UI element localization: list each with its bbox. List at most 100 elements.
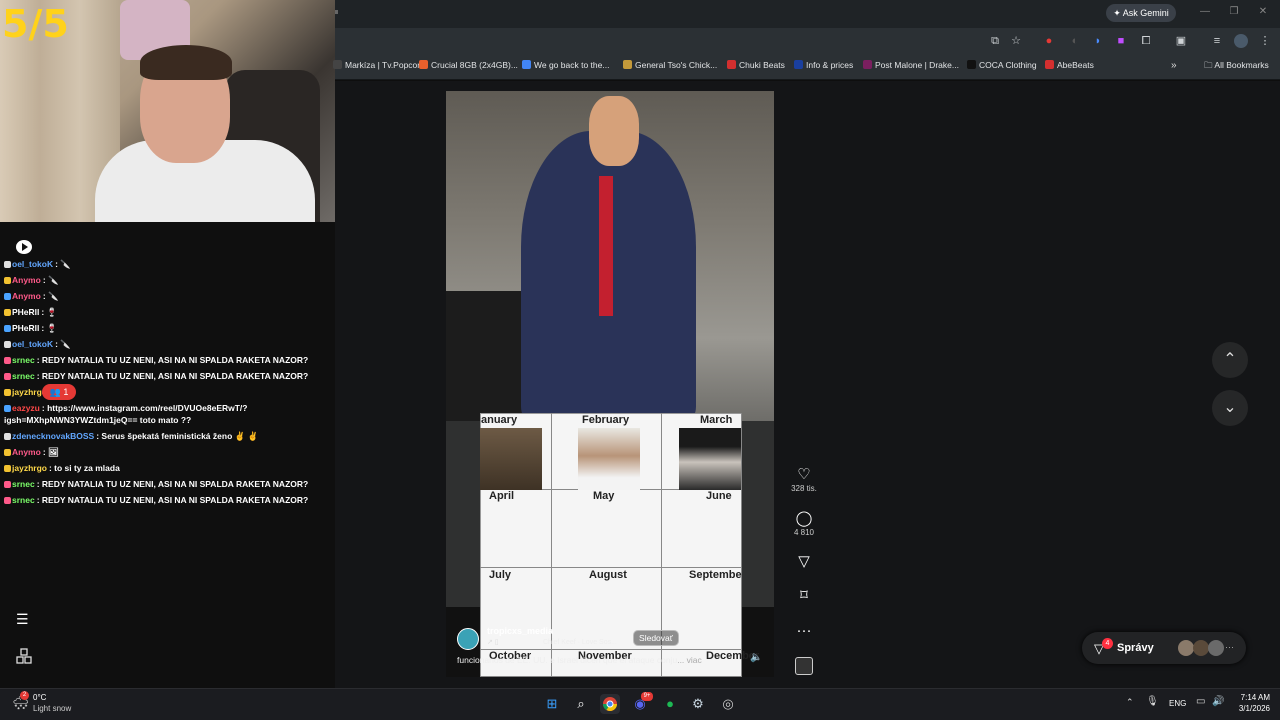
bookmark-item[interactable]: General Tso's Chick... (623, 60, 717, 70)
chat-username[interactable]: oel_tokoK (12, 339, 53, 349)
bookmark-label: Post Malone | Drake... (875, 60, 959, 70)
bookmark-item[interactable]: Crucial 8GB (2x4GB)... (419, 60, 518, 70)
chrome-icon[interactable] (600, 694, 620, 714)
chat-username[interactable]: srnec (12, 479, 35, 489)
bookmark-star-icon[interactable]: ☆ (1009, 34, 1023, 48)
bookmark-item[interactable]: Markíza | Tv.Popcor... (333, 60, 427, 70)
chat-username[interactable]: Anymo (12, 447, 41, 457)
save-action[interactable]: ⌑ (789, 587, 819, 605)
volume-icon[interactable]: 🔈 (750, 652, 762, 663)
grid-icon[interactable] (16, 648, 32, 664)
bookmark-favicon-icon (794, 60, 803, 69)
kebab-menu-icon[interactable]: ⋮ (1258, 34, 1272, 48)
clock-time[interactable]: 7:14 AM (1232, 693, 1270, 702)
chat-text: : to si ty za mlada (48, 463, 120, 473)
audio-icon: ↗ ▯ (487, 639, 499, 646)
comment-action[interactable]: ◯ 4 810 (789, 510, 819, 537)
chat-username[interactable]: PHeRll (12, 323, 39, 333)
discord-badge: 9+ (641, 692, 653, 701)
calendar-month-label: March (700, 414, 733, 426)
chat-username[interactable]: Anymo (12, 291, 41, 301)
windows-start-icon[interactable]: ⊞ (542, 694, 562, 714)
extension-audio-icon[interactable]: ◗ (1091, 34, 1105, 48)
audio-track[interactable]: Chief Keef · Love Sos... (543, 639, 617, 646)
more-action[interactable]: ··· (789, 622, 819, 640)
chat-username[interactable]: jayzhrgo (12, 463, 47, 473)
all-bookmarks[interactable]: 🗀 All Bookmarks (1204, 60, 1269, 74)
author-avatar[interactable] (457, 628, 479, 650)
ask-gemini-button[interactable]: ✦ Ask Gemini (1106, 4, 1176, 22)
speaker-icon[interactable]: 🔊 (1212, 696, 1224, 707)
follow-button[interactable]: Sledovať (633, 630, 679, 646)
chat-message: srnec: REDY NATALIA TU UZ NENI, ASI NA N… (4, 479, 308, 489)
chat-message: Anymo: 🖼 (4, 447, 59, 458)
video-person-face (589, 96, 639, 166)
steam-icon[interactable]: ⚙ (688, 694, 708, 714)
chat-badge-icon (4, 261, 11, 268)
restore-icon[interactable]: ❐ (1227, 6, 1241, 20)
bookmarks-overflow-icon[interactable]: » (1171, 60, 1177, 71)
bookmark-label: Info & prices (806, 60, 854, 70)
chat-username[interactable]: srnec (12, 371, 35, 381)
caption-more-link[interactable]: ... viac (677, 655, 702, 665)
network-icon[interactable]: ▭ (1196, 696, 1205, 707)
reading-list-icon[interactable]: ≡ (1210, 34, 1224, 48)
chat-badge-icon (4, 449, 11, 456)
bookmark-item[interactable]: We go back to the... (522, 60, 609, 70)
previous-reel-button[interactable]: ⌃ (1212, 342, 1248, 378)
chat-text: : 🔪 (42, 291, 59, 301)
send-icon: ▽ (798, 553, 810, 570)
chat-badge-icon (4, 357, 11, 364)
clock-date[interactable]: 3/1/2026 (1228, 704, 1270, 713)
calendar-month-label: May (593, 490, 615, 502)
tray-expand-icon[interactable]: ⌃ (1126, 697, 1134, 708)
search-icon[interactable]: ⌕ (571, 694, 591, 714)
profile-avatar[interactable] (1234, 34, 1248, 48)
chat-text: : REDY NATALIA TU UZ NENI, ASI NA NI SPA… (36, 371, 309, 381)
bookmark-item[interactable]: Info & prices (794, 60, 853, 70)
bookmark-item[interactable]: Chuki Beats (727, 60, 785, 70)
weather-desc: Light snow (33, 704, 72, 713)
language-indicator[interactable]: ENG (1169, 699, 1186, 708)
extensions-puzzle-icon[interactable]: ⧠ (1139, 34, 1153, 48)
chat-username[interactable]: zdenecknovakBOSS (12, 431, 94, 441)
sidepanel-icon[interactable]: ▣ (1174, 34, 1188, 48)
bookmark-item[interactable]: AbeBeats (1045, 60, 1094, 70)
chat-username[interactable]: srnec (12, 495, 35, 505)
chat-username[interactable]: eazyzu (12, 403, 40, 413)
chat-username[interactable]: srnec (12, 355, 35, 365)
author-name[interactable]: tropicxs_media (487, 626, 553, 636)
chat-username[interactable]: PHeRll (12, 307, 39, 317)
spotify-icon[interactable]: ● (660, 694, 680, 714)
chat-username[interactable]: oel_tokoK (12, 259, 53, 269)
microphone-icon[interactable]: 🎙 (1146, 696, 1159, 707)
audio-thumbnail[interactable] (795, 657, 813, 675)
menu-icon[interactable]: ☰ (16, 612, 32, 626)
next-reel-button[interactable]: ⌄ (1212, 390, 1248, 426)
reel-caption: funcionarios de EE. UU. e Israel dicen q… (457, 655, 702, 665)
like-action[interactable]: ♡ 328 tis. (789, 466, 819, 493)
bookmark-item[interactable]: COCA Clothing (967, 60, 1037, 70)
calendar-month-label: July (489, 569, 512, 581)
video-person-tie (599, 176, 613, 316)
extension-moon-icon[interactable]: ◐ (1068, 34, 1082, 48)
chat-username[interactable]: Anymo (12, 275, 41, 285)
extension-opera-icon[interactable]: ● (1042, 34, 1056, 48)
minimize-icon[interactable]: — (1198, 6, 1212, 20)
chat-badge-icon (4, 433, 11, 440)
cast-icon[interactable]: ⧉ (988, 34, 1002, 48)
messages-badge: 4 (1102, 638, 1113, 649)
bookmark-favicon-icon (1045, 60, 1054, 69)
chat-badge-icon (4, 325, 11, 332)
extension-twitch-icon[interactable]: ■ (1114, 34, 1128, 48)
chat-badge-icon (4, 309, 11, 316)
close-icon[interactable]: ✕ (1256, 6, 1270, 20)
chat-text: : https://www.instagram.com/reel/DVUOe8e… (41, 403, 248, 413)
viewer-badge: 👥 1 (42, 384, 76, 400)
bookmark-item[interactable]: Post Malone | Drake... (863, 60, 959, 70)
share-action[interactable]: ▽ (789, 553, 819, 571)
play-icon[interactable] (16, 240, 32, 254)
chat-badge-icon (4, 389, 11, 396)
bookmark-favicon-icon (863, 60, 872, 69)
obs-icon[interactable]: ◎ (718, 694, 738, 714)
